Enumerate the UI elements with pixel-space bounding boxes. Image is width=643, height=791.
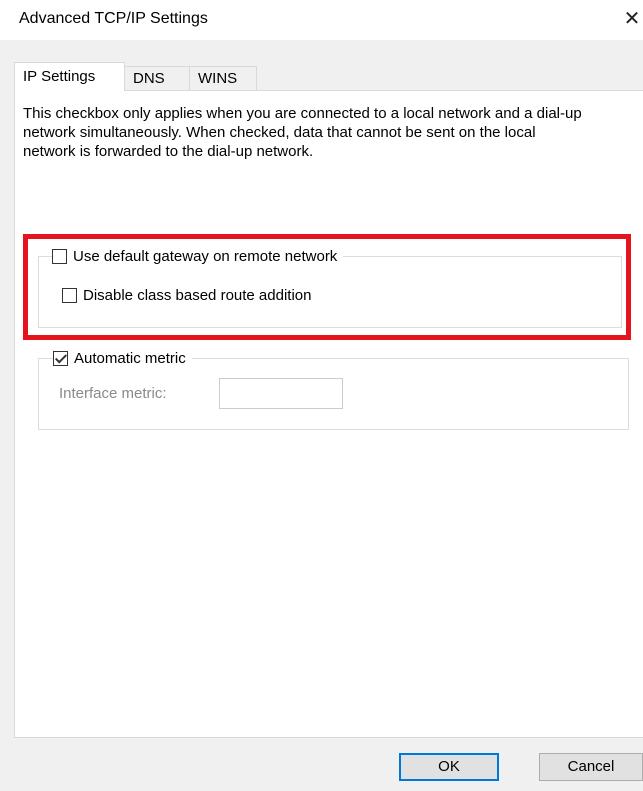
- tab-label: WINS: [198, 70, 238, 87]
- automatic-metric-label: Automatic metric: [74, 349, 186, 367]
- disable-class-route-label: Disable class based route addition: [83, 287, 312, 304]
- close-icon[interactable]: ✕: [621, 6, 643, 32]
- ok-button[interactable]: OK: [399, 753, 499, 781]
- tab-label: IP Settings: [23, 68, 96, 85]
- tab-label: DNS: [133, 70, 165, 87]
- interface-metric-label: Interface metric:: [59, 385, 167, 402]
- description-text: This checkbox only applies when you are …: [23, 105, 582, 160]
- window-title: Advanced TCP/IP Settings: [19, 10, 208, 27]
- use-default-gateway-checkbox-row[interactable]: Use default gateway on remote network: [52, 245, 344, 267]
- title-bar: Advanced TCP/IP Settings ✕: [0, 0, 643, 40]
- automatic-metric-checkbox-row[interactable]: Automatic metric: [53, 347, 192, 369]
- disable-class-route-checkbox[interactable]: [62, 288, 77, 303]
- tab-ip-settings[interactable]: IP Settings: [14, 62, 125, 91]
- automatic-metric-checkbox[interactable]: [53, 350, 68, 366]
- tab-wins[interactable]: WINS: [189, 66, 257, 90]
- tab-dns[interactable]: DNS: [124, 66, 190, 90]
- dialog-client-area: IP Settings DNS WINS This checkbox only …: [0, 40, 643, 791]
- interface-metric-input[interactable]: [219, 378, 343, 409]
- use-default-gateway-checkbox[interactable]: [52, 248, 67, 264]
- disable-class-route-checkbox-row[interactable]: Disable class based route addition: [62, 287, 311, 304]
- cancel-button[interactable]: Cancel: [539, 753, 643, 781]
- use-default-gateway-label: Use default gateway on remote network: [73, 247, 338, 265]
